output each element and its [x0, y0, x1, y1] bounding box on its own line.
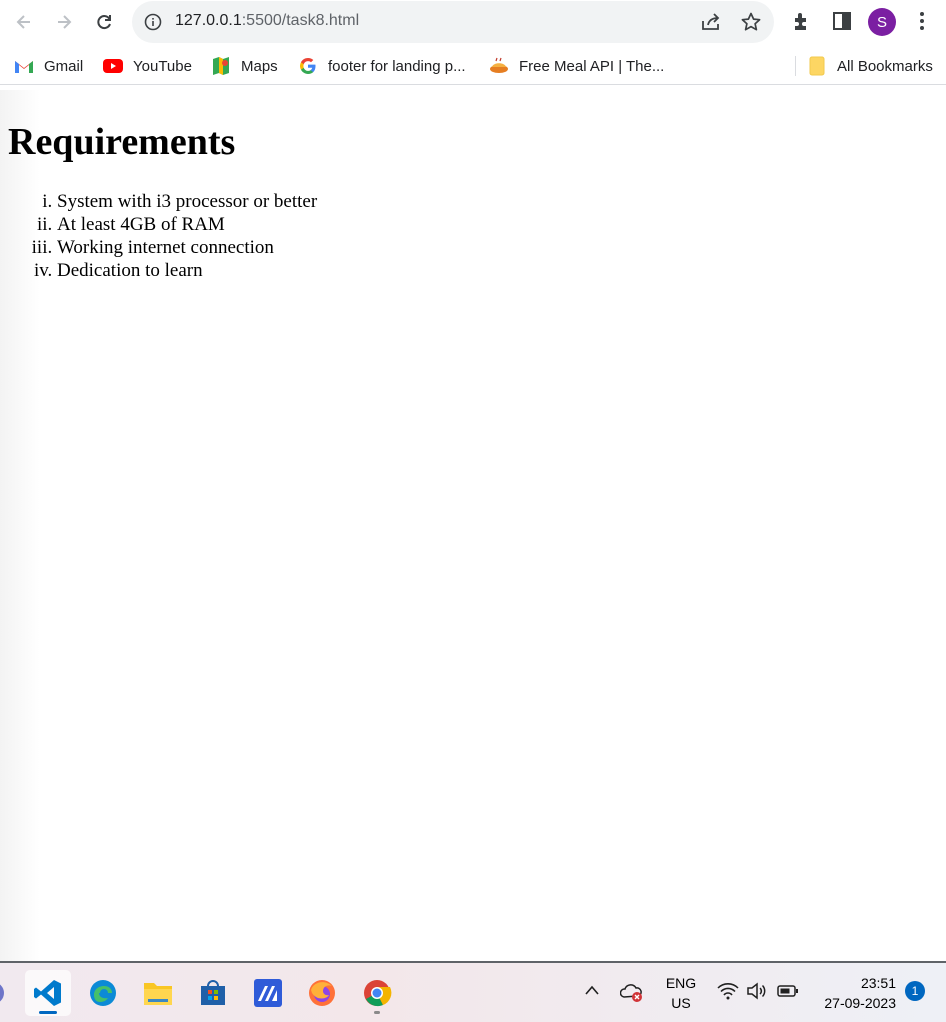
browser-toolbar: 127.0.0.1:5500/task8.html S	[0, 0, 946, 44]
clock-time: 23:51	[860, 975, 896, 991]
folder-icon	[807, 56, 827, 76]
youtube-icon	[103, 56, 123, 76]
maps-icon	[211, 56, 231, 76]
back-button[interactable]	[10, 8, 38, 36]
vscode-icon	[34, 980, 61, 1006]
active-indicator	[39, 1011, 57, 1014]
list-item: Working internet connection	[57, 236, 317, 259]
edge-icon	[90, 980, 116, 1006]
info-icon[interactable]	[144, 13, 162, 36]
bookmark-label: footer for landing p...	[328, 57, 466, 75]
taskbar-app-partial[interactable]	[0, 970, 16, 1016]
bookmarks-divider	[795, 56, 796, 76]
address-bar[interactable]: 127.0.0.1:5500/task8.html	[132, 1, 774, 43]
language-indicator[interactable]: ENG US	[662, 973, 700, 1013]
clock[interactable]: 23:51 27-09-2023	[812, 973, 896, 1013]
store-icon	[201, 980, 225, 1005]
clock-date: 27-09-2023	[824, 995, 896, 1011]
all-bookmarks-button[interactable]: All Bookmarks	[807, 56, 933, 76]
bookmark-youtube[interactable]: YouTube	[103, 56, 192, 76]
bookmarks-bar: Gmail YouTube Maps footer for landing p.…	[0, 48, 946, 85]
taskbar-vscode[interactable]	[25, 970, 71, 1016]
more-menu-icon[interactable]	[912, 10, 932, 37]
arrow-right-icon	[58, 15, 72, 29]
running-indicator	[374, 1011, 380, 1014]
gmail-icon	[14, 56, 34, 76]
taskbar: ENG US 23:51 27-09-2023	[0, 963, 946, 1022]
extensions-icon[interactable]	[791, 10, 813, 37]
keyboard-region: US	[671, 995, 691, 1011]
list-item: Dedication to learn	[57, 259, 317, 282]
page-title: Requirements	[8, 121, 236, 163]
onedrive-error-icon[interactable]	[619, 981, 644, 1006]
arrow-left-icon	[16, 15, 30, 29]
taskbar-chrome[interactable]	[354, 970, 400, 1016]
volume-icon[interactable]	[746, 982, 768, 1003]
bookmark-star-icon[interactable]	[740, 11, 762, 38]
bookmark-label: Free Meal API | The...	[519, 57, 665, 75]
editor-icon	[254, 979, 282, 1007]
url-text[interactable]: 127.0.0.1:5500/task8.html	[175, 12, 359, 30]
bookmark-free-meal[interactable]: Free Meal API | The...	[489, 56, 664, 76]
taskbar-store[interactable]	[190, 970, 236, 1016]
list-item: At least 4GB of RAM	[57, 213, 317, 236]
bookmark-maps[interactable]: Maps	[211, 56, 278, 76]
wifi-icon[interactable]	[717, 982, 739, 1003]
taskbar-firefox[interactable]	[299, 970, 345, 1016]
requirements-list: System with i3 processor or better At le…	[0, 190, 317, 282]
taskbar-edge[interactable]	[80, 970, 126, 1016]
share-icon[interactable]	[700, 12, 722, 37]
bookmark-gmail[interactable]: Gmail	[14, 56, 83, 76]
reload-button[interactable]	[90, 8, 118, 36]
url-path: :5500/task8.html	[241, 12, 360, 29]
page-viewport: Requirements System with i3 processor or…	[0, 90, 946, 963]
list-item: System with i3 processor or better	[57, 190, 317, 213]
notification-badge[interactable]: 1	[905, 981, 925, 1001]
language-code: ENG	[665, 975, 697, 991]
show-hidden-icons-icon[interactable]	[584, 983, 600, 999]
forward-button[interactable]	[50, 8, 78, 36]
chrome-icon	[364, 980, 392, 1007]
profile-avatar[interactable]: S	[868, 8, 896, 36]
taskbar-file-explorer[interactable]	[135, 970, 181, 1016]
bookmark-label: Gmail	[44, 57, 84, 75]
battery-icon[interactable]	[777, 984, 799, 1001]
all-bookmarks-label: All Bookmarks	[837, 57, 933, 75]
bookmark-label: Maps	[241, 57, 278, 75]
taskbar-editor[interactable]	[245, 970, 291, 1016]
url-host: 127.0.0.1	[175, 12, 242, 29]
firefox-icon	[309, 980, 335, 1006]
google-icon	[298, 56, 318, 76]
file-explorer-icon	[144, 983, 172, 1005]
reload-icon	[97, 15, 111, 30]
meal-icon	[489, 56, 509, 76]
side-panel-icon[interactable]	[831, 10, 853, 37]
bookmark-label: YouTube	[133, 57, 192, 75]
bookmark-footer[interactable]: footer for landing p...	[298, 56, 466, 76]
